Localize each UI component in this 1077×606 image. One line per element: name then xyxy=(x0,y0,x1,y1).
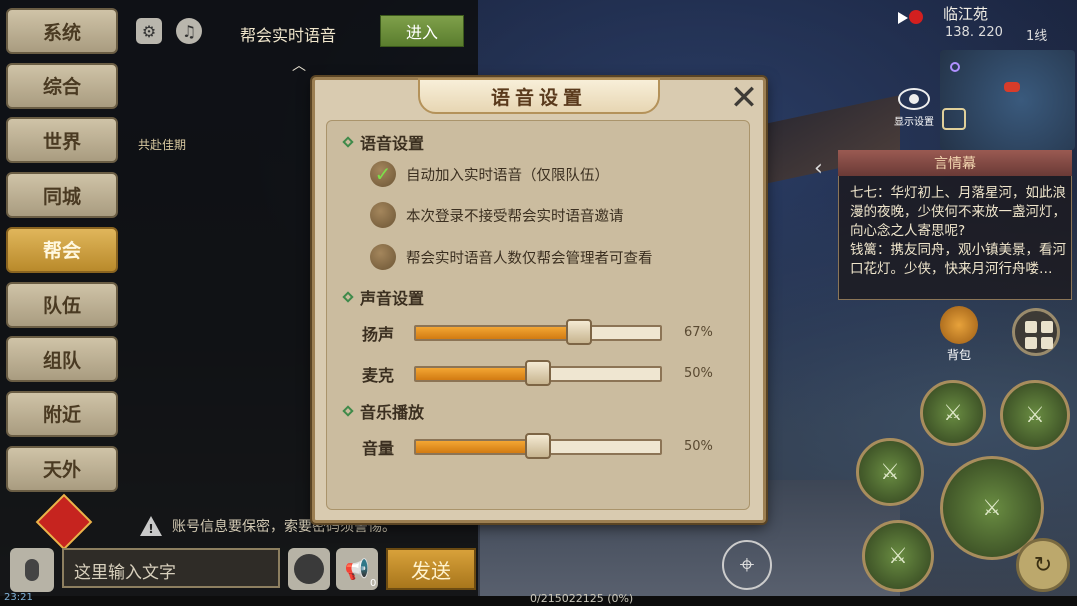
speaker-knob[interactable] xyxy=(566,319,593,345)
emoji-icon xyxy=(294,554,324,584)
microphone-button[interactable] xyxy=(10,548,54,592)
volume-value: 50% xyxy=(684,439,713,454)
display-settings-label: 显示设置 xyxy=(894,117,934,128)
minimap[interactable] xyxy=(940,50,1075,150)
minimap-marker xyxy=(1004,82,1020,92)
location-name: 临江苑 xyxy=(943,5,989,23)
mic-slider: 麦克 50% xyxy=(362,360,722,386)
microphone-icon xyxy=(25,559,39,581)
music-section-label: 音乐播放 xyxy=(360,403,425,422)
mic-knob[interactable] xyxy=(525,360,551,386)
mic-value: 50% xyxy=(684,366,713,381)
option-label: 帮会实时语音人数仅帮会管理者可查看 xyxy=(406,250,653,267)
voice-section-label: 语音设置 xyxy=(360,134,425,153)
skill-button-2[interactable]: ⚔ xyxy=(1000,380,1070,450)
chat-tab-2[interactable]: 世界 xyxy=(6,117,118,164)
chevron-up-icon[interactable]: ︿ xyxy=(292,55,308,74)
skill-button-1[interactable]: ⚔ xyxy=(920,380,986,446)
radio-unchecked-icon[interactable] xyxy=(370,202,396,228)
mic-label: 麦克 xyxy=(362,366,395,385)
dialog-title-banner: 语音设置 xyxy=(418,78,660,114)
music-section-header: 音乐播放 xyxy=(342,399,425,423)
menu-grid-button[interactable] xyxy=(1012,308,1060,356)
clock: 23:21 xyxy=(4,592,33,603)
send-button[interactable]: 发送 xyxy=(386,548,476,590)
server-line[interactable]: 1线 xyxy=(1026,25,1047,44)
volume-fill xyxy=(416,441,538,453)
speaker-label: 扬声 xyxy=(362,325,395,344)
bag-label: 背包 xyxy=(946,348,971,362)
horn-count: 0 xyxy=(370,578,377,589)
volume-knob[interactable] xyxy=(525,433,551,459)
speaker-fill xyxy=(416,327,580,339)
radio-checked-icon[interactable]: ✓ xyxy=(370,161,396,187)
sound-section-label: 声音设置 xyxy=(360,289,425,308)
collapse-arrow-icon[interactable]: ‹ xyxy=(814,156,836,184)
bag-button[interactable]: 背包 xyxy=(936,306,982,364)
display-settings-button[interactable]: 显示设置 xyxy=(890,88,938,132)
volume-label: 音量 xyxy=(362,439,395,458)
target-icon[interactable]: ⌖ xyxy=(722,540,772,590)
diamond-bullet-icon xyxy=(342,405,354,417)
radio-unchecked-icon[interactable] xyxy=(370,244,396,270)
camera-icon[interactable] xyxy=(942,108,966,130)
option-reject-invites[interactable]: 本次登录不接受帮会实时语音邀请 xyxy=(370,202,624,228)
horn-icon: 📢 xyxy=(344,557,370,581)
warning-icon: ! xyxy=(140,516,162,536)
emoji-button[interactable] xyxy=(288,548,330,590)
mic-fill xyxy=(416,368,538,380)
chat-tab-5[interactable]: 队伍 xyxy=(6,281,118,328)
speaker-value: 67% xyxy=(684,325,713,340)
skill-button-3[interactable]: ⚔ xyxy=(856,438,924,506)
notice-text: 七七：华灯初上、月落星河，如此浪漫的夜晚，少侠何不来放一盏河灯，向心念之人寄思呢… xyxy=(850,185,1066,277)
bag-icon xyxy=(940,306,978,344)
chat-tab-6[interactable]: 组队 xyxy=(6,336,118,383)
diamond-bullet-icon xyxy=(342,136,354,148)
chat-tab-3[interactable]: 同城 xyxy=(6,172,118,219)
coordinates: 138. 220 xyxy=(945,25,1003,40)
chat-tab-7[interactable]: 附近 xyxy=(6,390,118,437)
sound-section-header: 声音设置 xyxy=(342,285,425,309)
skill-button-4[interactable]: ⚔ xyxy=(862,520,934,592)
locate-icon[interactable] xyxy=(896,6,926,28)
notice-title: 言情幕 xyxy=(838,150,1072,176)
speaker-track[interactable] xyxy=(414,325,662,341)
volume-slider: 音量 50% xyxy=(362,433,722,459)
dialog-title: 语音设置 xyxy=(490,86,587,109)
lantern-text: 共赴佳期 xyxy=(138,138,187,152)
experience-text: 0/215022125 (0%) xyxy=(530,592,634,605)
option-auto-join[interactable]: ✓ 自动加入实时语音（仅限队伍） xyxy=(370,161,609,187)
diamond-bullet-icon xyxy=(342,291,354,303)
guild-voice-title: 帮会实时语音 xyxy=(240,26,337,45)
speaker-slider: 扬声 67% xyxy=(362,319,722,345)
option-label: 自动加入实时语音（仅限队伍） xyxy=(406,167,609,184)
minimap-player-dot xyxy=(950,62,960,72)
enter-voice-button[interactable]: 进入 xyxy=(380,15,464,47)
chat-input[interactable]: 这里输入文字 xyxy=(62,548,280,588)
eye-icon xyxy=(898,88,930,110)
option-label: 本次登录不接受帮会实时语音邀请 xyxy=(406,208,624,225)
chat-tab-4[interactable]: 帮会 xyxy=(6,226,118,273)
chat-tab-1[interactable]: 综合 xyxy=(6,62,118,109)
option-admin-only-count[interactable]: 帮会实时语音人数仅帮会管理者可查看 xyxy=(370,244,653,270)
settings-gear-icon[interactable]: ⚙ xyxy=(136,18,162,44)
music-note-icon[interactable]: ♫ xyxy=(176,18,202,44)
chat-tab-0[interactable]: 系统 xyxy=(6,8,118,54)
voice-section-header: 语音设置 xyxy=(342,130,425,154)
switch-icon[interactable]: ↻ xyxy=(1016,538,1070,592)
close-icon[interactable]: ✕ xyxy=(726,80,762,116)
chat-tab-8[interactable]: 天外 xyxy=(6,445,118,492)
